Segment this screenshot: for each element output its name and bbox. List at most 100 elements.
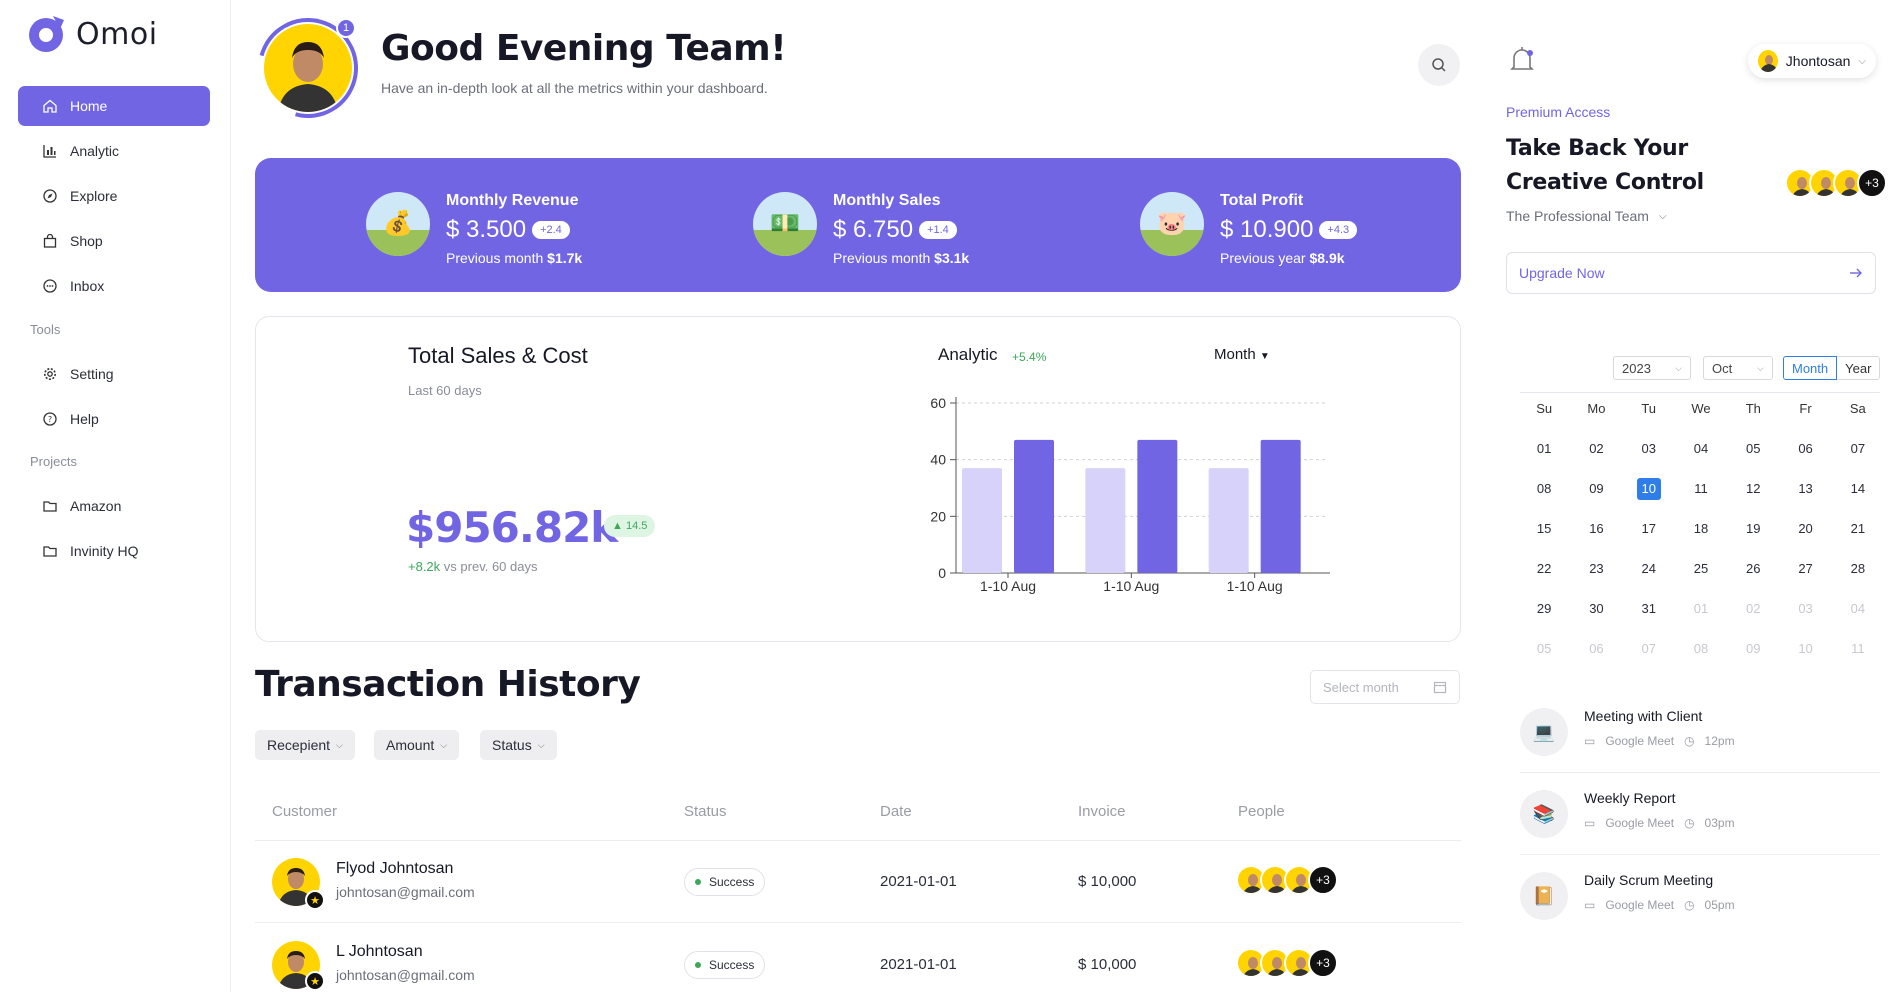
sidebar-item-shop[interactable]: Shop bbox=[18, 221, 210, 261]
sidebar-item-label: Home bbox=[70, 98, 108, 114]
year-select[interactable]: 2023 ⌵ bbox=[1613, 356, 1691, 380]
calendar-day[interactable]: 06 bbox=[1779, 438, 1831, 460]
calendar-day-next-month[interactable]: 01 bbox=[1675, 598, 1727, 620]
calendar-day-next-month[interactable]: 09 bbox=[1727, 638, 1779, 660]
calendar-day[interactable]: 21 bbox=[1832, 518, 1884, 540]
sidebar-item-label: Amazon bbox=[70, 498, 122, 514]
sidebar-item-invinity-hq[interactable]: Invinity HQ bbox=[18, 531, 210, 571]
team-avatars[interactable]: +3 bbox=[1785, 168, 1887, 198]
calendar-day-next-month[interactable]: 10 bbox=[1779, 638, 1831, 660]
calendar-day[interactable]: 31 bbox=[1623, 598, 1675, 620]
view-year-button[interactable]: Year bbox=[1837, 356, 1881, 380]
period-dropdown[interactable]: Month ▼ bbox=[1214, 346, 1270, 363]
calendar-day[interactable]: 26 bbox=[1727, 558, 1779, 580]
status-dot bbox=[695, 879, 701, 885]
calendar-day-next-month[interactable]: 04 bbox=[1832, 598, 1884, 620]
calendar-day[interactable]: 18 bbox=[1675, 518, 1727, 540]
help-circle-icon: ? bbox=[42, 411, 58, 427]
logo[interactable]: Omoi bbox=[26, 14, 158, 54]
calendar-day[interactable]: 16 bbox=[1570, 518, 1622, 540]
status-badge: Success bbox=[684, 868, 766, 896]
calendar-day[interactable]: 14 bbox=[1832, 478, 1884, 500]
stat-card-revenue[interactable]: 💰 Monthly Revenue $ 3.500 +2.4 Previous … bbox=[366, 192, 582, 266]
sidebar-item-label: Invinity HQ bbox=[70, 543, 139, 559]
month-select[interactable]: Oct ⌵ bbox=[1703, 356, 1773, 380]
calendar-day-next-month[interactable]: 02 bbox=[1727, 598, 1779, 620]
stat-card-sales[interactable]: 💵 Monthly Sales $ 6.750 +1.4 Previous mo… bbox=[753, 192, 969, 266]
calendar-day-next-month[interactable]: 11 bbox=[1832, 638, 1884, 660]
calendar-day[interactable]: 09 bbox=[1570, 478, 1622, 500]
calendar-day[interactable]: 19 bbox=[1727, 518, 1779, 540]
search-button[interactable] bbox=[1418, 44, 1460, 86]
calendar-day[interactable]: 04 bbox=[1675, 438, 1727, 460]
calendar-day[interactable]: 29 bbox=[1518, 598, 1570, 620]
calendar-day[interactable]: 27 bbox=[1779, 558, 1831, 580]
column-header[interactable]: Invoice bbox=[1078, 803, 1126, 820]
people-avatars[interactable]: +3 bbox=[1236, 948, 1338, 978]
sidebar-item-inbox[interactable]: Inbox bbox=[18, 266, 210, 306]
chevron-down-icon: ⌵ bbox=[440, 739, 448, 750]
calendar-day[interactable]: 01 bbox=[1518, 438, 1570, 460]
calendar-day[interactable]: 20 bbox=[1779, 518, 1831, 540]
arrow-right-icon bbox=[1850, 268, 1862, 278]
calendar-day-next-month[interactable]: 07 bbox=[1623, 638, 1675, 660]
filter-status[interactable]: Status ⌵ bbox=[480, 730, 557, 760]
calendar-day-selected[interactable]: 10 bbox=[1623, 478, 1675, 500]
calendar-day[interactable]: 23 bbox=[1570, 558, 1622, 580]
column-header[interactable]: People bbox=[1238, 803, 1285, 820]
calendar-day-next-month[interactable]: 03 bbox=[1779, 598, 1831, 620]
column-header[interactable]: Customer bbox=[272, 803, 337, 820]
calendar-day[interactable]: 13 bbox=[1779, 478, 1831, 500]
calendar-day[interactable]: 15 bbox=[1518, 518, 1570, 540]
calendar-day-next-month[interactable]: 05 bbox=[1518, 638, 1570, 660]
sidebar-item-setting[interactable]: Setting bbox=[18, 354, 210, 394]
sidebar-item-analytic[interactable]: Analytic bbox=[18, 131, 210, 171]
stat-card-profit[interactable]: 🐷 Total Profit $ 10.900 +4.3 Previous ye… bbox=[1140, 192, 1358, 266]
filter-recepient[interactable]: Recepient ⌵ bbox=[255, 730, 355, 760]
calendar-day[interactable]: 17 bbox=[1623, 518, 1675, 540]
status-label: Success bbox=[709, 875, 755, 889]
calendar-day-next-month[interactable]: 08 bbox=[1675, 638, 1727, 660]
calendar-day[interactable]: 22 bbox=[1518, 558, 1570, 580]
sidebar-item-explore[interactable]: Explore bbox=[18, 176, 210, 216]
user-menu[interactable]: Jhontosan ⌵ bbox=[1748, 44, 1876, 78]
chevron-down-icon: ⌵ bbox=[1858, 55, 1866, 67]
calendar-day[interactable]: 07 bbox=[1832, 438, 1884, 460]
view-month-button[interactable]: Month bbox=[1783, 356, 1838, 380]
stat-value: $ 6.750 bbox=[833, 216, 914, 243]
people-avatars[interactable]: +3 bbox=[1236, 865, 1338, 895]
bell-icon[interactable] bbox=[1508, 46, 1536, 76]
video-icon: ▭ bbox=[1584, 898, 1596, 912]
more-people-badge: +3 bbox=[1308, 865, 1338, 895]
event-item[interactable]: 📔 Daily Scrum Meeting ▭ Google Meet ◷ 05… bbox=[1520, 864, 1880, 936]
column-header[interactable]: Date bbox=[880, 803, 912, 820]
calendar-day[interactable]: 05 bbox=[1727, 438, 1779, 460]
calendar-day[interactable]: 02 bbox=[1570, 438, 1622, 460]
calendar-day[interactable]: 12 bbox=[1727, 478, 1779, 500]
bar bbox=[1208, 468, 1249, 573]
calendar-day[interactable]: 25 bbox=[1675, 558, 1727, 580]
filter-amount[interactable]: Amount ⌵ bbox=[374, 730, 460, 760]
calendar-day[interactable]: 28 bbox=[1832, 558, 1884, 580]
profile-avatar[interactable]: 1 bbox=[239, 0, 377, 137]
calendar-day[interactable]: 03 bbox=[1623, 438, 1675, 460]
event-item[interactable]: 📚 Weekly Report ▭ Google Meet ◷ 03pm bbox=[1520, 782, 1880, 854]
event-item[interactable]: 💻 Meeting with Client ▭ Google Meet ◷ 12… bbox=[1520, 700, 1880, 772]
filter-label: Recepient bbox=[267, 737, 331, 753]
calendar-day[interactable]: 11 bbox=[1675, 478, 1727, 500]
calendar-day-next-month[interactable]: 06 bbox=[1570, 638, 1622, 660]
calendar-day[interactable]: 08 bbox=[1518, 478, 1570, 500]
calendar-day[interactable]: 24 bbox=[1623, 558, 1675, 580]
calendar-day[interactable]: 30 bbox=[1570, 598, 1622, 620]
stat-title: Total Profit bbox=[1220, 192, 1304, 209]
filter-label: Amount bbox=[386, 737, 435, 753]
chat-icon bbox=[42, 278, 58, 294]
sidebar-item-help[interactable]: ? Help bbox=[18, 399, 210, 439]
sidebar-item-home[interactable]: Home bbox=[18, 86, 210, 126]
select-month-input[interactable]: Select month bbox=[1310, 670, 1460, 704]
customer-email: johntosan@gmail.com bbox=[336, 967, 475, 983]
column-header[interactable]: Status bbox=[684, 803, 727, 820]
team-dropdown[interactable]: The Professional Team ⌵ bbox=[1506, 208, 1667, 224]
sidebar-item-amazon[interactable]: Amazon bbox=[18, 486, 210, 526]
upgrade-button[interactable]: Upgrade Now bbox=[1506, 252, 1876, 294]
